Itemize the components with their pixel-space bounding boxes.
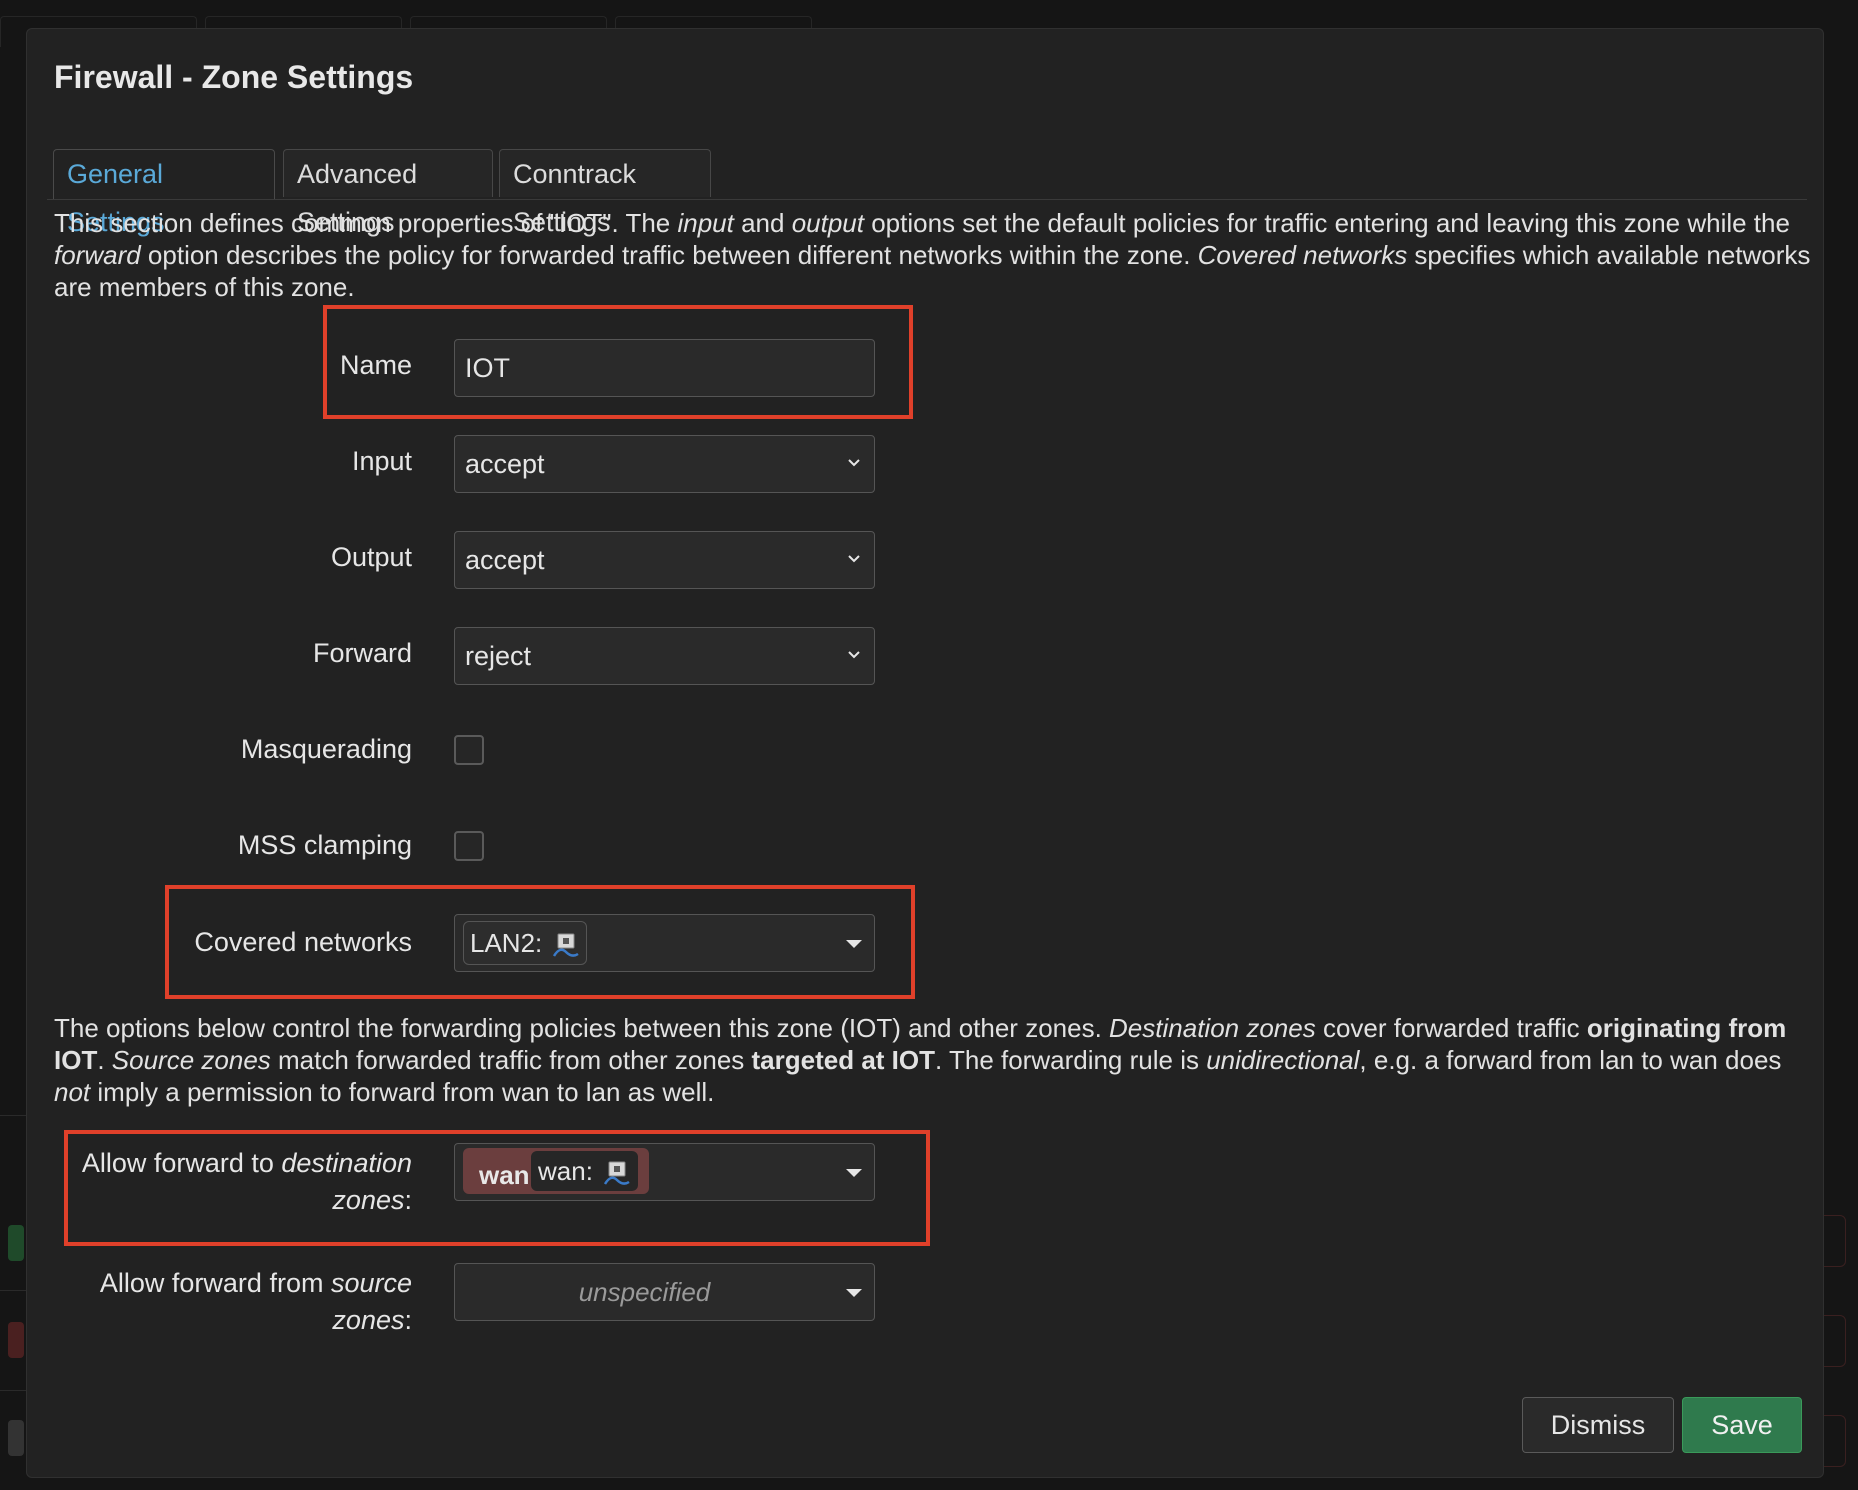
label-em: zones <box>332 1305 405 1335</box>
desc-text: option describes the policy for forwarde… <box>140 240 1198 270</box>
desc-em: Covered networks <box>1197 240 1408 270</box>
label-text: Allow forward from <box>99 1268 331 1298</box>
save-button[interactable]: Save <box>1682 1397 1802 1453</box>
desc-em: output <box>791 208 864 238</box>
desc-text: . The forwarding rule is <box>935 1045 1207 1075</box>
input-label: Input <box>351 446 412 476</box>
output-policy-select[interactable]: accept <box>454 531 875 589</box>
label-em: destination <box>281 1148 412 1178</box>
desc-text: imply a permission to forward from wan t… <box>90 1077 715 1107</box>
label-text: : <box>404 1185 412 1215</box>
network-chip-label: wan: <box>538 1156 593 1186</box>
chevron-down-icon <box>848 555 860 563</box>
network-port-icon <box>553 933 579 957</box>
label-text: : <box>404 1305 412 1335</box>
desc-text: match forwarded traffic from other zones <box>270 1045 752 1075</box>
chevron-down-icon <box>848 651 860 659</box>
tab-general-settings[interactable]: General Settings <box>53 149 275 237</box>
covered-networks-label: Covered networks <box>194 927 412 957</box>
desc-em: input <box>677 208 734 238</box>
dismiss-button[interactable]: Dismiss <box>1522 1397 1674 1453</box>
tab-bar: General Settings Advanced Settings Connt… <box>47 121 1807 237</box>
input-policy-value: accept <box>465 449 545 479</box>
desc-text: cover forwarded traffic <box>1315 1013 1587 1043</box>
label-text: Allow forward to <box>81 1148 282 1178</box>
desc-text: This section defines common properties o… <box>54 208 678 238</box>
network-port-icon <box>603 1161 630 1185</box>
masquerading-label: Masquerading <box>240 734 412 764</box>
name-label: Name <box>339 350 412 380</box>
output-label: Output <box>330 542 412 572</box>
network-chip-wan: wan: <box>531 1151 638 1191</box>
input-policy-select[interactable]: accept <box>454 435 875 493</box>
zone-description: This section defines common properties o… <box>54 207 1814 303</box>
masquerading-checkbox[interactable] <box>454 735 484 765</box>
caret-down-icon <box>846 1289 862 1297</box>
output-policy-value: accept <box>465 545 545 575</box>
network-chip-label: LAN2: <box>470 928 543 958</box>
caret-down-icon <box>846 1169 862 1177</box>
tab-advanced-settings[interactable]: Advanced Settings <box>283 149 493 237</box>
destination-zones-label: Allow forward to destination zones: <box>82 1145 412 1219</box>
desc-strong: targeted at IOT <box>751 1045 935 1075</box>
desc-em: forward <box>54 240 141 270</box>
network-chip-lan2[interactable]: LAN2: <box>463 921 588 965</box>
name-input[interactable] <box>454 339 875 397</box>
background-status-pill <box>8 1225 24 1261</box>
forward-policy-value: reject <box>465 641 532 671</box>
background-status-pill <box>8 1420 24 1456</box>
desc-text: The options below control the forwarding… <box>54 1013 1110 1043</box>
desc-text: and <box>733 208 792 238</box>
desc-em: Source zones <box>111 1045 271 1075</box>
source-zones-select[interactable]: unspecified <box>454 1263 875 1321</box>
caret-down-icon <box>846 940 862 948</box>
zone-badge-label: wan <box>479 1160 530 1190</box>
desc-text: . <box>97 1045 112 1075</box>
destination-zones-select[interactable]: wan wan: <box>454 1143 875 1201</box>
desc-text: , e.g. a forward from lan to wan does <box>1359 1045 1782 1075</box>
covered-networks-select[interactable]: LAN2: <box>454 914 875 972</box>
desc-em: unidirectional <box>1206 1045 1360 1075</box>
chevron-down-icon <box>848 459 860 467</box>
zone-badge-wan[interactable]: wan wan: <box>463 1148 649 1194</box>
forwarding-description: The options below control the forwarding… <box>54 1012 1814 1108</box>
desc-em: not <box>54 1077 91 1107</box>
desc-em: Destination zones <box>1109 1013 1316 1043</box>
source-zones-placeholder: unspecified <box>578 1277 711 1307</box>
mss-clamping-label: MSS clamping <box>237 830 412 860</box>
tab-conntrack-settings[interactable]: Conntrack Settings <box>499 149 711 237</box>
forward-policy-select[interactable]: reject <box>454 627 875 685</box>
zone-settings-modal: Firewall - Zone Settings General Setting… <box>26 28 1824 1478</box>
mss-clamping-checkbox[interactable] <box>454 831 484 861</box>
desc-text: options set the default policies for tra… <box>863 208 1790 238</box>
label-em: source <box>330 1268 412 1298</box>
label-em: zones <box>332 1185 405 1215</box>
forward-label: Forward <box>312 638 412 668</box>
source-zones-label: Allow forward from source zones: <box>100 1265 412 1339</box>
background-status-pill <box>8 1322 24 1358</box>
modal-title: Firewall - Zone Settings <box>54 59 414 95</box>
